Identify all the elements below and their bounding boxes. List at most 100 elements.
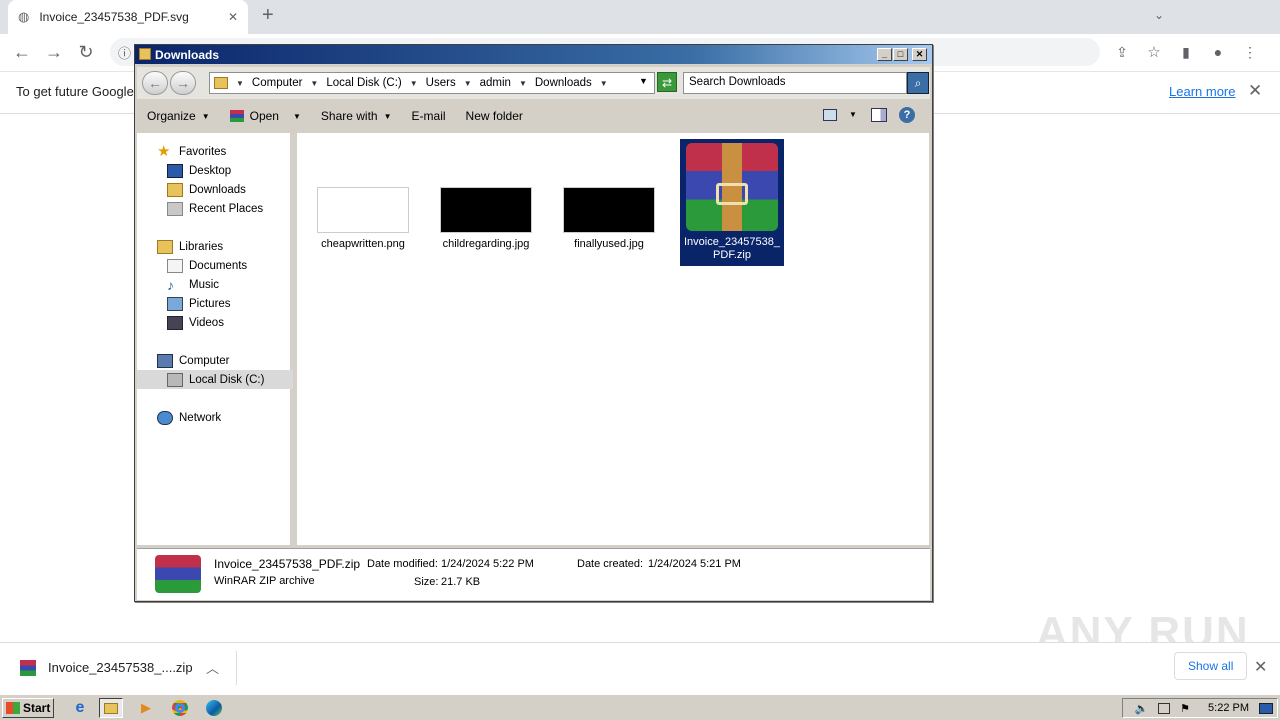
nav-label: Desktop xyxy=(189,165,232,177)
crumb-downloads[interactable]: Downloads xyxy=(535,77,592,89)
address-dropdown-icon[interactable]: ▼ xyxy=(639,76,648,86)
details-file-type: WinRAR ZIP archive xyxy=(214,575,315,587)
breadcrumb-sep-icon[interactable]: ▼ xyxy=(464,79,472,88)
flag-icon[interactable]: ⚑ xyxy=(1180,702,1190,715)
crumb-users[interactable]: Users xyxy=(426,77,456,89)
tab-close-icon[interactable]: ✕ xyxy=(228,10,238,24)
download-divider xyxy=(236,651,237,685)
tab-title: Invoice_23457538_PDF.svg xyxy=(39,10,189,24)
ie-icon[interactable]: e xyxy=(68,698,92,718)
breadcrumb-sep-icon[interactable]: ▼ xyxy=(410,79,418,88)
forward-icon[interactable]: → xyxy=(40,38,68,66)
file-item[interactable]: finallyused.jpg xyxy=(557,187,661,250)
maximize-button[interactable]: □ xyxy=(893,48,908,61)
crumb-computer[interactable]: Computer xyxy=(252,77,303,89)
crumb-admin[interactable]: admin xyxy=(480,77,511,89)
show-desktop-icon[interactable] xyxy=(1259,702,1273,714)
learn-more-link[interactable]: Learn more xyxy=(1169,84,1235,99)
volume-icon[interactable]: 🔈 xyxy=(1134,702,1148,715)
videos-icon xyxy=(167,316,183,330)
download-bar: Invoice_23457538_....zip ︿ Show all ✕ xyxy=(0,642,1280,692)
clock[interactable]: 5:22 PM xyxy=(1208,702,1249,714)
file-item[interactable]: childregarding.jpg xyxy=(434,187,538,250)
chevron-down-icon: ▼ xyxy=(383,111,392,121)
nav-label: Local Disk (C:) xyxy=(189,374,265,386)
view-icon[interactable] xyxy=(823,109,837,121)
profile-avatar[interactable]: ● xyxy=(1204,38,1232,66)
new-tab-button[interactable]: + xyxy=(262,4,274,27)
breadcrumb-sep-icon[interactable]: ▼ xyxy=(519,79,527,88)
nav-music[interactable]: ♪ Music xyxy=(167,276,219,294)
download-chevron-up-icon[interactable]: ︿ xyxy=(206,658,219,677)
share-icon[interactable]: ⇪ xyxy=(1108,38,1136,66)
file-name: childregarding.jpg xyxy=(442,238,530,250)
browser-tab[interactable]: ◍ Invoice_23457538_PDF.svg ✕ xyxy=(8,0,248,34)
new-folder-button[interactable]: New folder xyxy=(456,109,533,123)
nav-recent-places[interactable]: Recent Places xyxy=(167,200,263,218)
breadcrumb-sep-icon[interactable]: ▼ xyxy=(600,79,608,88)
file-list: cheapwritten.png childregarding.jpg fina… xyxy=(297,133,929,545)
explorer-taskbar-icon[interactable] xyxy=(99,698,123,718)
file-item[interactable]: cheapwritten.png xyxy=(311,187,415,250)
refresh-icon[interactable]: ⇄ xyxy=(657,72,677,92)
explorer-back-icon[interactable]: ← xyxy=(142,71,168,95)
tab-search-icon[interactable]: ⌄ xyxy=(1154,8,1164,22)
breadcrumb-sep-icon[interactable]: ▼ xyxy=(236,79,244,88)
folder-icon xyxy=(139,48,151,60)
taskbar: Start e ▶ 🔈 ⚑ 5:22 PM xyxy=(0,694,1280,720)
nav-libraries[interactable]: Libraries xyxy=(157,238,223,256)
window-titlebar[interactable]: Downloads _ □ ✕ xyxy=(135,45,932,64)
explorer-forward-icon[interactable]: → xyxy=(170,71,196,95)
share-with-button[interactable]: Share with ▼ xyxy=(311,109,402,123)
preview-pane-icon[interactable] xyxy=(871,108,887,122)
drive-icon xyxy=(167,373,183,387)
open-button[interactable]: Open ▼ xyxy=(220,109,311,123)
nav-pictures[interactable]: Pictures xyxy=(167,295,231,313)
crumb-local-disk[interactable]: Local Disk (C:) xyxy=(326,77,401,89)
nav-label: Videos xyxy=(189,317,224,329)
nav-network[interactable]: Network xyxy=(157,409,221,427)
download-bar-close-icon[interactable]: ✕ xyxy=(1254,657,1267,677)
nav-videos[interactable]: Videos xyxy=(167,314,224,332)
reload-icon[interactable]: ↻ xyxy=(72,38,100,66)
help-icon[interactable]: ? xyxy=(899,107,915,123)
site-info-icon[interactable]: ⓘ xyxy=(118,43,131,62)
close-button[interactable]: ✕ xyxy=(912,48,927,61)
show-all-button[interactable]: Show all xyxy=(1174,652,1248,680)
nav-label: Documents xyxy=(189,260,248,272)
menu-icon[interactable]: ⋮ xyxy=(1236,38,1264,66)
nav-documents[interactable]: Documents xyxy=(167,257,247,275)
command-bar: Organize ▼ Open ▼ Share with ▼ E-mail New f… xyxy=(137,101,930,131)
edge-icon[interactable] xyxy=(202,698,226,718)
chevron-down-icon: ▼ xyxy=(292,111,301,121)
details-size-value: 21.7 KB xyxy=(441,576,481,588)
nav-computer[interactable]: Computer xyxy=(157,352,230,370)
back-icon[interactable]: ← xyxy=(8,38,36,66)
side-panel-icon[interactable]: ▮ xyxy=(1172,38,1200,66)
network-icon xyxy=(157,411,173,425)
address-row: ← → ▼ Computer ▼ Local Disk (C:) ▼ Users… xyxy=(137,67,930,99)
nav-downloads[interactable]: Downloads xyxy=(167,181,246,199)
nav-desktop[interactable]: Desktop xyxy=(167,162,231,180)
organize-label: Organize xyxy=(147,109,196,123)
chrome-icon[interactable] xyxy=(168,698,192,718)
minimize-button[interactable]: _ xyxy=(877,48,892,61)
nav-label: Favorites xyxy=(179,146,227,158)
view-dropdown-icon[interactable]: ▼ xyxy=(849,110,857,119)
search-icon[interactable]: ⌕ xyxy=(907,72,929,94)
search-input[interactable]: Search Downloads xyxy=(683,72,907,94)
bookmark-star-icon[interactable]: ☆ xyxy=(1140,38,1168,66)
file-item-selected[interactable]: Invoice_23457538_PDF.zip xyxy=(680,139,784,266)
breadcrumb-sep-icon[interactable]: ▼ xyxy=(310,79,318,88)
breadcrumb[interactable]: ▼ Computer ▼ Local Disk (C:) ▼ Users ▼ a… xyxy=(209,72,655,94)
email-button[interactable]: E-mail xyxy=(402,109,456,123)
nav-favorites[interactable]: ★ Favorites xyxy=(157,143,226,161)
organize-button[interactable]: Organize ▼ xyxy=(137,109,220,123)
info-close-button[interactable]: ✕ xyxy=(1248,81,1262,101)
download-file-name[interactable]: Invoice_23457538_....zip xyxy=(48,660,193,675)
details-created-value: 1/24/2024 5:21 PM xyxy=(648,558,741,570)
network-tray-icon[interactable] xyxy=(1158,702,1171,714)
start-button[interactable]: Start xyxy=(2,698,54,718)
nav-local-disk[interactable]: Local Disk (C:) xyxy=(167,371,264,389)
media-player-icon[interactable]: ▶ xyxy=(134,698,158,718)
